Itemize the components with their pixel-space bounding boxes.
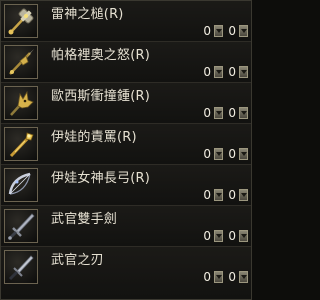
quantity-dropdown-button[interactable] [214, 25, 223, 37]
chevron-down-icon [215, 275, 222, 279]
quantity-value: 0 [203, 106, 211, 120]
item-name: 帕格裡奧之怒(R) [51, 48, 150, 63]
chevron-down-icon [240, 152, 247, 156]
quantity-value: 0 [203, 188, 211, 202]
quantity-control: 0 0 [197, 270, 249, 284]
item-slot[interactable] [4, 250, 38, 284]
quantity-dropdown-button[interactable] [239, 107, 248, 119]
quantity-dropdown-button[interactable] [214, 107, 223, 119]
quantity-dropdown-button[interactable] [239, 271, 248, 283]
quantity-dropdown-button[interactable] [214, 230, 223, 242]
quantity-value: 0 [228, 147, 236, 161]
item-list-panel: 雷神之槌(R) 0 0 帕格裡奧之怒(R) 0 0 歐西斯衝撞鍾(R) 0 0 … [0, 0, 252, 300]
list-item[interactable]: 雷神之槌(R) 0 0 [1, 1, 251, 42]
quantity-control: 0 0 [197, 229, 249, 243]
list-item[interactable]: 武官之刃 0 0 [1, 247, 251, 299]
longbow-icon [8, 172, 31, 195]
quantity-dropdown-button[interactable] [214, 189, 223, 201]
chevron-down-icon [240, 193, 247, 197]
jackal-mace-icon [10, 90, 34, 116]
chevron-down-icon [240, 234, 247, 238]
quantity-value: 0 [203, 270, 211, 284]
chevron-down-icon [240, 111, 247, 115]
list-item[interactable]: 帕格裡奧之怒(R) 0 0 [1, 42, 251, 83]
quantity-value: 0 [203, 24, 211, 38]
list-item[interactable]: 歐西斯衝撞鍾(R) 0 0 [1, 83, 251, 124]
lance-icon [9, 49, 34, 75]
chevron-down-icon [215, 70, 222, 74]
item-name: 雷神之槌(R) [51, 7, 124, 22]
quantity-control: 0 0 [197, 188, 249, 202]
chevron-down-icon [215, 234, 222, 238]
quantity-dropdown-button[interactable] [239, 189, 248, 201]
hammer-icon [8, 8, 34, 35]
quantity-dropdown-button[interactable] [239, 66, 248, 78]
two-handed-sword-icon [8, 213, 35, 240]
quantity-value: 0 [228, 229, 236, 243]
quantity-control: 0 0 [197, 106, 249, 120]
item-name: 伊娃的責罵(R) [51, 130, 137, 145]
chevron-down-icon [215, 152, 222, 156]
item-name: 武官雙手劍 [51, 212, 118, 227]
chevron-down-icon [240, 29, 247, 33]
item-name: 歐西斯衝撞鍾(R) [51, 89, 150, 104]
item-slot[interactable] [4, 45, 38, 79]
item-name: 伊娃女神長弓(R) [51, 171, 150, 186]
chevron-down-icon [240, 275, 247, 279]
quantity-dropdown-button[interactable] [214, 148, 223, 160]
chevron-down-icon [215, 193, 222, 197]
item-slot[interactable] [4, 168, 38, 202]
blade-icon [8, 255, 34, 281]
quantity-dropdown-button[interactable] [239, 25, 248, 37]
list-item[interactable]: 伊娃女神長弓(R) 0 0 [1, 165, 251, 206]
quantity-dropdown-button[interactable] [214, 271, 223, 283]
quantity-control: 0 0 [197, 65, 249, 79]
chevron-down-icon [215, 111, 222, 115]
quantity-control: 0 0 [197, 24, 249, 38]
chevron-down-icon [215, 29, 222, 33]
list-item[interactable]: 武官雙手劍 0 0 [1, 206, 251, 247]
quantity-value: 0 [228, 24, 236, 38]
quantity-value: 0 [203, 147, 211, 161]
list-item[interactable]: 伊娃的責罵(R) 0 0 [1, 124, 251, 165]
quantity-control: 0 0 [197, 147, 249, 161]
quantity-dropdown-button[interactable] [239, 230, 248, 242]
item-slot[interactable] [4, 4, 38, 38]
quantity-value: 0 [228, 106, 236, 120]
quantity-value: 0 [203, 229, 211, 243]
quantity-dropdown-button[interactable] [214, 66, 223, 78]
quantity-value: 0 [203, 65, 211, 79]
item-slot[interactable] [4, 209, 38, 243]
golden-staff-icon [9, 132, 34, 158]
quantity-value: 0 [228, 65, 236, 79]
quantity-value: 0 [228, 270, 236, 284]
item-slot[interactable] [4, 86, 38, 120]
item-name: 武官之刃 [51, 253, 104, 268]
item-slot[interactable] [4, 127, 38, 161]
quantity-value: 0 [228, 188, 236, 202]
quantity-dropdown-button[interactable] [239, 148, 248, 160]
chevron-down-icon [240, 70, 247, 74]
